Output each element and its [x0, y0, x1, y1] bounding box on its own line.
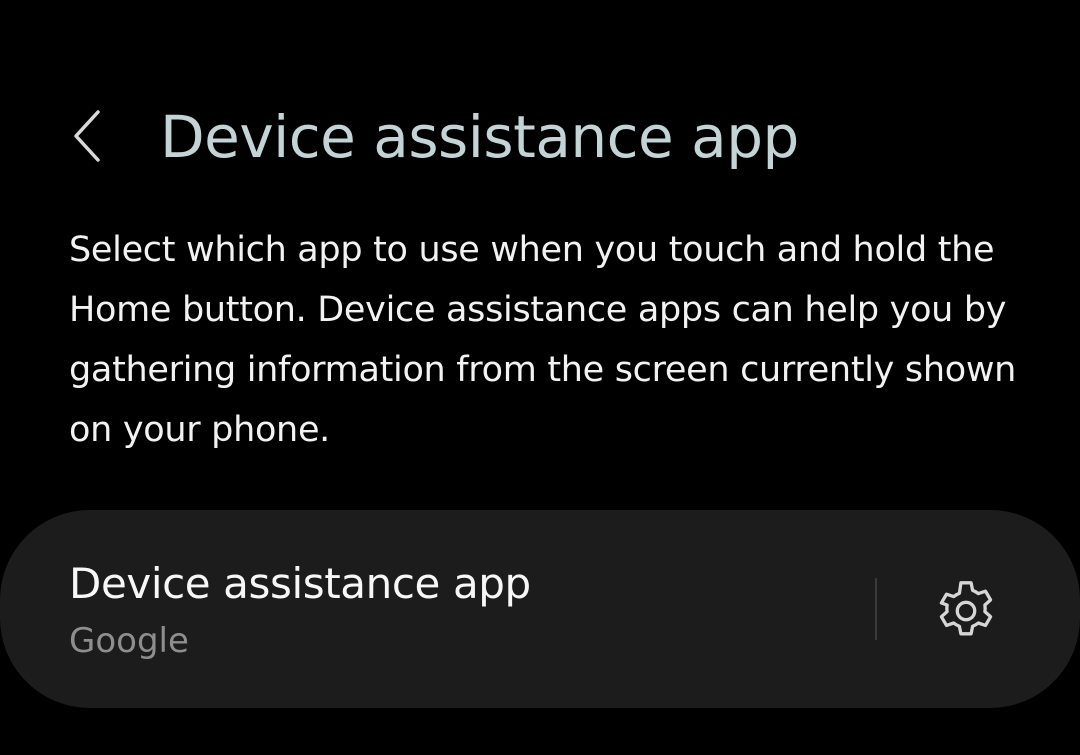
- chevron-left-icon: [74, 110, 100, 162]
- gear-icon: [939, 581, 993, 636]
- device-assistance-app-selector[interactable]: Device assistance app Google: [0, 510, 860, 708]
- setting-value: Google: [69, 621, 189, 661]
- description-text: Select which app to use when you touch a…: [69, 230, 1017, 450]
- app-settings-button[interactable]: [918, 563, 1014, 659]
- vertical-divider: [875, 578, 877, 640]
- device-assistance-app-card: Device assistance app Google: [0, 510, 1080, 708]
- page-title: Device assistance app: [160, 103, 799, 171]
- back-button[interactable]: [52, 96, 124, 176]
- app-bar: Device assistance app: [0, 88, 1080, 188]
- setting-title: Device assistance app: [69, 559, 531, 608]
